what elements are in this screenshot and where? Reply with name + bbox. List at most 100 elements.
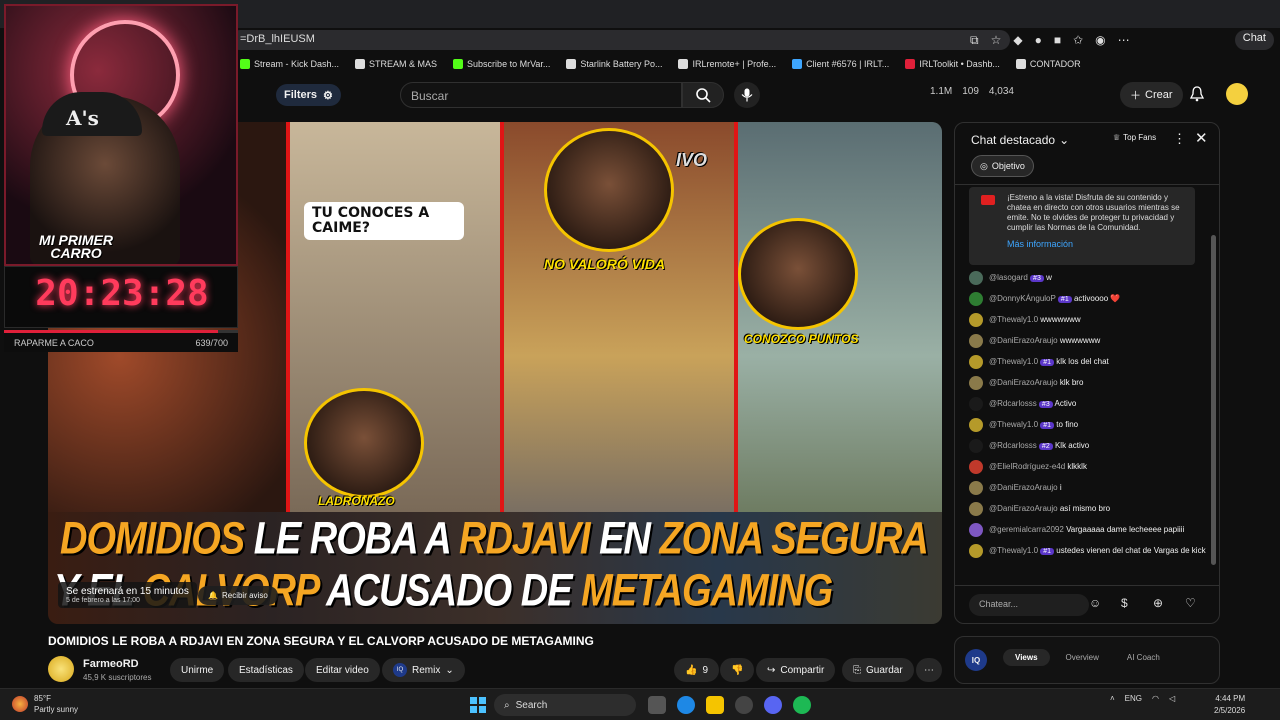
close-icon[interactable]: ✕: [1195, 129, 1208, 147]
wifi-icon[interactable]: ◠: [1152, 694, 1159, 703]
chat-avatar[interactable]: [969, 544, 983, 558]
bookmark-item[interactable]: CONTADOR: [1015, 59, 1081, 69]
chat-username[interactable]: @Thewaly1.0: [989, 420, 1038, 429]
chat-avatar[interactable]: [969, 397, 983, 411]
chat-avatar[interactable]: [969, 460, 983, 474]
chat-username[interactable]: @lasogard: [989, 273, 1028, 282]
chat-username[interactable]: @geremialcarra2092: [989, 525, 1064, 534]
chat-avatar[interactable]: [969, 355, 983, 369]
chat-username[interactable]: @Thewaly1.0: [989, 546, 1038, 555]
star-icon[interactable]: ☆: [991, 33, 1002, 47]
chat-scroll-thumb[interactable]: [1211, 235, 1216, 565]
bookmark-item[interactable]: IRLremote+ | Profe...: [678, 59, 776, 69]
bookmark-item[interactable]: Stream - Kick Dash...: [240, 59, 339, 69]
dislike-button[interactable]: 👎: [720, 658, 755, 682]
file-explorer-icon[interactable]: [706, 696, 724, 714]
notifications-bell-icon[interactable]: [1189, 86, 1205, 107]
heart-icon[interactable]: ♡: [1185, 596, 1196, 610]
voice-search-button[interactable]: [734, 82, 760, 108]
start-windows-icon[interactable]: [470, 697, 486, 713]
edit-video-button[interactable]: Editar video: [305, 658, 380, 682]
edge-icon[interactable]: [677, 696, 695, 714]
channel-avatar[interactable]: [48, 656, 74, 682]
profile-icon[interactable]: ◉: [1095, 33, 1105, 47]
save-button[interactable]: ⎘ Guardar: [842, 658, 914, 682]
fan-rank-badge: #1: [1057, 296, 1072, 303]
chat-avatar[interactable]: [969, 418, 983, 432]
language-indicator[interactable]: ENG: [1125, 694, 1142, 703]
chat-username[interactable]: @DaniErazoAraujo: [989, 336, 1058, 345]
create-label: Crear: [1145, 89, 1173, 101]
chat-username[interactable]: @ElielRodríguez-e4d: [989, 462, 1065, 471]
add-icon[interactable]: ⊕: [1153, 596, 1163, 610]
search-input[interactable]: Buscar: [400, 82, 682, 108]
chat-username[interactable]: @Rdcarlosss: [989, 441, 1037, 450]
discord-icon[interactable]: [764, 696, 782, 714]
task-view-icon[interactable]: [648, 696, 666, 714]
bookmark-item[interactable]: IRLToolkit • Dashb...: [905, 59, 1000, 69]
more-icon[interactable]: ⋯: [1118, 33, 1130, 47]
analytics-tabs: Views Overview AI Coach: [1003, 649, 1172, 666]
clock[interactable]: 4:44 PM 2/5/2026: [1214, 693, 1245, 717]
obs-icon[interactable]: [735, 696, 753, 714]
tab-overview[interactable]: Overview: [1054, 649, 1111, 666]
chat-avatar[interactable]: [969, 376, 983, 390]
search-button[interactable]: [682, 82, 724, 108]
chat-mode-dropdown[interactable]: Chat destacado ⌄: [971, 133, 1069, 147]
weather-widget[interactable]: 85°F Partly sunny: [12, 693, 78, 715]
chat-avatar[interactable]: [969, 271, 983, 285]
extension-icon[interactable]: ◆: [1013, 33, 1022, 47]
favorites-icon[interactable]: ✩: [1073, 33, 1083, 47]
chat-avatar[interactable]: [969, 502, 983, 516]
spotify-icon[interactable]: [793, 696, 811, 714]
chat-avatar[interactable]: [969, 313, 983, 327]
more-info-link[interactable]: Más información: [1007, 239, 1189, 249]
stats-button[interactable]: Estadísticas: [228, 658, 304, 682]
bookmark-item[interactable]: Starlink Battery Po...: [566, 59, 662, 69]
taskbar-search[interactable]: ⌕ Search: [494, 694, 636, 716]
copilot-chat-button[interactable]: Chat: [1234, 30, 1274, 50]
chat-scrollbar[interactable]: [1211, 185, 1217, 585]
remix-button[interactable]: IQ Remix ⌄: [382, 658, 465, 682]
share-button[interactable]: ↪ Compartir: [756, 658, 836, 682]
super-chat-icon[interactable]: $: [1121, 596, 1128, 610]
emoji-icon[interactable]: ☺: [1089, 596, 1101, 610]
top-fans-button[interactable]: ♕ Top Fans: [1113, 133, 1156, 142]
create-button[interactable]: ＋ Crear: [1120, 82, 1183, 108]
address-bar[interactable]: =DrB_lhIEUSM: [230, 30, 1010, 50]
goal-chip[interactable]: ◎ Objetivo: [971, 155, 1034, 177]
bookmark-item[interactable]: Subscribe to MrVar...: [453, 59, 550, 69]
bookmark-item[interactable]: STREAM & MAS: [355, 59, 437, 69]
chat-username[interactable]: @DaniErazoAraujo: [989, 378, 1058, 387]
volume-icon[interactable]: ◁: [1169, 694, 1175, 703]
chat-avatar[interactable]: [969, 481, 983, 495]
chat-username[interactable]: @Rdcarlosss: [989, 399, 1037, 408]
more-actions-button[interactable]: ⋯: [916, 658, 942, 682]
chat-username[interactable]: @DaniErazoAraujo: [989, 483, 1058, 492]
chat-more-icon[interactable]: ⋮: [1173, 131, 1186, 147]
save-label: Guardar: [866, 664, 903, 676]
analytics-panel: IQ Views Overview AI Coach: [954, 636, 1220, 684]
channel-name[interactable]: FarmeoRD: [83, 658, 139, 670]
chat-avatar[interactable]: [969, 523, 983, 537]
join-button[interactable]: Unirme: [170, 658, 225, 682]
extensions-icon[interactable]: ⧉: [970, 33, 979, 48]
extension-icon[interactable]: ■: [1054, 33, 1061, 47]
filters-button[interactable]: Filters ⚙: [276, 84, 341, 106]
chat-avatar[interactable]: [969, 292, 983, 306]
chat-avatar[interactable]: [969, 439, 983, 453]
notify-button[interactable]: 🔔 Recibir aviso: [198, 586, 278, 605]
extension-icon[interactable]: ●: [1035, 33, 1042, 47]
chat-avatar[interactable]: [969, 334, 983, 348]
like-button[interactable]: 👍 9: [674, 658, 720, 682]
chat-username[interactable]: @DonnyKÁnguloP: [989, 294, 1056, 303]
chat-username[interactable]: @Thewaly1.0: [989, 357, 1038, 366]
tab-views[interactable]: Views: [1003, 649, 1050, 666]
chat-input[interactable]: Chatear...: [969, 594, 1089, 616]
bookmark-item[interactable]: Client #6576 | IRLT...: [792, 59, 889, 69]
chat-username[interactable]: @DaniErazoAraujo: [989, 504, 1058, 513]
tab-ai-coach[interactable]: AI Coach: [1115, 649, 1172, 666]
account-avatar[interactable]: [1226, 83, 1248, 105]
chevron-up-icon[interactable]: ˄: [1110, 694, 1115, 703]
chat-username[interactable]: @Thewaly1.0: [989, 315, 1038, 324]
